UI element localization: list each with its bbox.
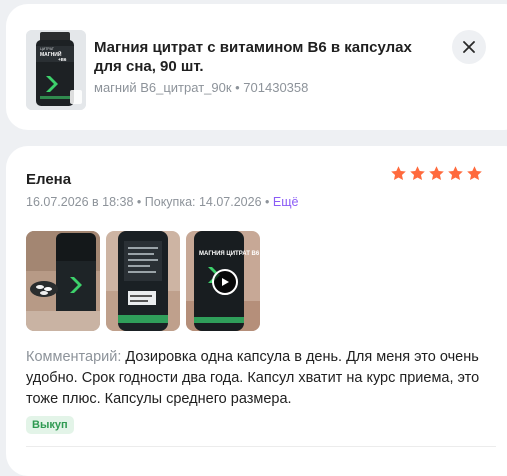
product-sku: магний В6_цитрат_90к • 701430358 [94, 80, 309, 95]
divider [26, 446, 496, 447]
review-video[interactable]: МАГНИЯ ЦИТРАТ В6 [186, 231, 260, 331]
play-button[interactable] [212, 269, 238, 295]
star-icon [467, 166, 482, 181]
play-icon [222, 278, 229, 286]
comment-label: Комментарий: [26, 349, 122, 365]
review-date: 16.07.2026 в 18:38 [26, 195, 134, 209]
supplement-bottle-icon: ЦИТРАТ МАГНИЙ +B6 [26, 30, 86, 110]
review-author: Елена [26, 171, 72, 188]
star-icon [410, 166, 425, 181]
product-image[interactable]: ЦИТРАТ МАГНИЙ +B6 [26, 30, 86, 110]
review-purchase-date: • Покупка: 14.07.2026 • [133, 195, 273, 209]
bottle-back-photo-icon [106, 231, 180, 331]
package-text-b6: +B6 [58, 57, 67, 62]
product-card: ЦИТРАТ МАГНИЙ +B6 Магния цитрат с витами… [6, 4, 507, 130]
open-bottle-photo-icon [26, 231, 100, 331]
review-card: Елена 16.07.2026 в 18:38 • Покупка: 14.0… [6, 146, 507, 476]
star-icon [429, 166, 444, 181]
more-link[interactable]: Ещё [273, 195, 299, 209]
review-comment: Комментарий: Дозировка одна капсула в де… [26, 347, 496, 410]
product-title[interactable]: Магния цитрат с витамином В6 в капсулах … [94, 38, 434, 76]
close-button[interactable] [452, 30, 486, 64]
review-photos: МАГНИЯ ЦИТРАТ В6 [26, 231, 260, 331]
close-icon [463, 41, 475, 53]
buyout-badge: Выкуп [26, 416, 74, 434]
review-photo-1[interactable] [26, 231, 100, 331]
star-icon [448, 166, 463, 181]
review-meta: 16.07.2026 в 18:38 • Покупка: 14.07.2026… [26, 195, 298, 209]
review-photo-2[interactable] [106, 231, 180, 331]
star-icon [391, 166, 406, 181]
video-bottle-label: МАГНИЯ ЦИТРАТ В6 [199, 251, 260, 257]
package-text-top: ЦИТРАТ [40, 47, 55, 51]
rating-stars [390, 165, 483, 182]
